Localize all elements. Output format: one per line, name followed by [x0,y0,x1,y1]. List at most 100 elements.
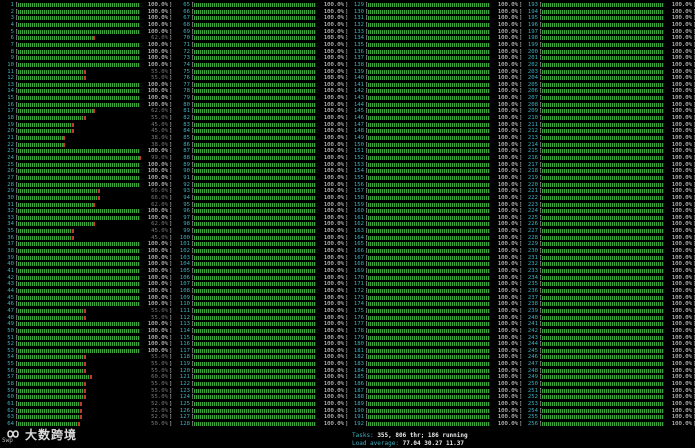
cpu-percent: 100.0% [323,407,344,414]
cpu-usage-bar [18,3,140,7]
cpu-number: 147 [353,121,364,128]
meter-bracket-close: ] [169,420,173,427]
cpu-percent: 100.0% [323,2,344,8]
cpu-meter-row: 121[100.0%] [178,374,348,380]
cpu-percent: 100.0% [671,208,692,215]
cpu-percent: 100.0% [497,135,518,141]
cpu-meter-row: 210[100.0%] [526,115,695,121]
cpu-percent: 66.0% [151,188,168,195]
cpu-number: 104 [179,261,190,268]
meter-bracket-close: ] [345,168,349,175]
cpu-number: 39 [7,254,14,261]
cpu-usage-bar [194,421,316,426]
cpu-usage-bar [542,49,664,54]
cpu-meter-row: 170[100.0%] [352,275,522,281]
cpu-percent: 66.0% [151,194,168,201]
cpu-percent: 100.0% [147,148,168,155]
cpu-number: 41 [7,268,14,274]
cpu-meter-row: 195[100.0%] [526,15,695,21]
kernel-usage-bar [72,235,74,240]
cpu-usage-bar [194,348,316,353]
cpu-number: 240 [527,314,538,321]
meter-bracket-close: ] [345,148,349,155]
cpu-number: 160 [353,208,364,215]
meter-bracket-close: ] [345,115,349,122]
cpu-percent: 100.0% [323,334,344,341]
cpu-number: 146 [353,115,364,122]
cpu-percent: 100.0% [147,101,168,108]
meter-bracket-close: ] [519,48,523,55]
cpu-meter-row: 120[100.0%] [178,368,348,374]
cpu-percent: 100.0% [323,15,344,22]
cpu-usage-bar [194,56,316,61]
cpu-percent: 100.0% [323,321,344,328]
cpu-number: 53 [7,347,14,354]
cpu-percent: 100.0% [497,35,518,42]
cpu-number: 28 [7,181,14,188]
cpu-usage-bar [542,355,664,360]
meter-bracket-close: ] [169,354,173,361]
cpu-number: 76 [183,75,190,82]
cpu-percent: 100.0% [497,327,518,334]
cpu-meter-row: 150[100.0%] [352,142,522,148]
cpu-percent: 100.0% [147,214,168,221]
meter-bracket-close: ] [519,68,523,75]
cpu-percent: 100.0% [147,341,168,348]
meter-bracket-close: ] [345,361,349,368]
cpu-percent: 55.0% [151,68,168,75]
cpu-usage-bar [542,42,664,47]
cpu-number: 203 [527,68,538,75]
cpu-percent: 100.0% [323,21,344,28]
cpu-meter-row: 101[100.0%] [178,241,348,247]
meter-bracket-close: ] [169,135,173,141]
meter-bracket-close: ] [345,294,349,301]
kernel-usage-bar [72,122,74,127]
cpu-number: 161 [353,214,364,221]
cpu-number: 48 [7,314,14,321]
cpu-percent: 100.0% [323,35,344,42]
cpu-meter-row: 165[100.0%] [352,241,522,247]
meter-bracket-close: ] [519,221,523,228]
cpu-usage-bar [18,82,140,87]
cpu-meter-row: 110[100.0%] [178,301,348,307]
cpu-percent: 100.0% [671,248,692,255]
cpu-meter-row: 75[100.0%] [178,69,348,75]
cpu-number: 116 [179,341,190,348]
cpu-percent: 100.0% [323,241,344,248]
meter-bracket-close: ] [169,75,173,82]
cpu-percent: 100.0% [147,41,168,48]
cpu-number: 31 [7,201,14,208]
kernel-usage-bar [63,142,65,147]
cpu-usage-bar [18,255,140,260]
cpu-percent: 100.0% [671,161,692,168]
cpu-meter-row: 70[100.0%] [178,35,348,41]
cpu-number: 250 [527,381,538,388]
cpu-meter-row: 253[100.0%] [526,401,695,407]
cpu-usage-bar [194,22,316,27]
cpu-meter-row: 232[100.0%] [526,261,695,267]
cpu-percent: 100.0% [497,381,518,388]
cpu-usage-bar [542,275,664,280]
cpu-meter-row: 46[100.0%] [2,301,172,307]
cpu-usage-bar [194,355,316,360]
meter-bracket-close: ] [345,401,349,407]
meter-bracket-close: ] [169,287,173,294]
cpu-usage-bar [18,169,140,174]
cpu-usage-bar [542,302,664,307]
meter-bracket-close: ] [169,35,173,42]
cpu-percent: 100.0% [147,254,168,261]
meter-bracket-close: ] [169,48,173,55]
cpu-usage-bar [18,89,140,94]
cpu-number: 254 [527,407,538,414]
cpu-usage-bar [368,202,490,207]
cpu-percent: 38.0% [151,135,168,141]
cpu-percent: 100.0% [671,188,692,195]
cpu-percent: 100.0% [323,314,344,321]
cpu-number: 242 [527,327,538,334]
cpu-number: 154 [353,168,364,175]
cpu-number: 182 [353,354,364,361]
cpu-number: 235 [527,281,538,288]
cpu-number: 232 [527,261,538,268]
meter-bracket-close: ] [519,75,523,82]
meter-bracket-close: ] [345,35,349,42]
